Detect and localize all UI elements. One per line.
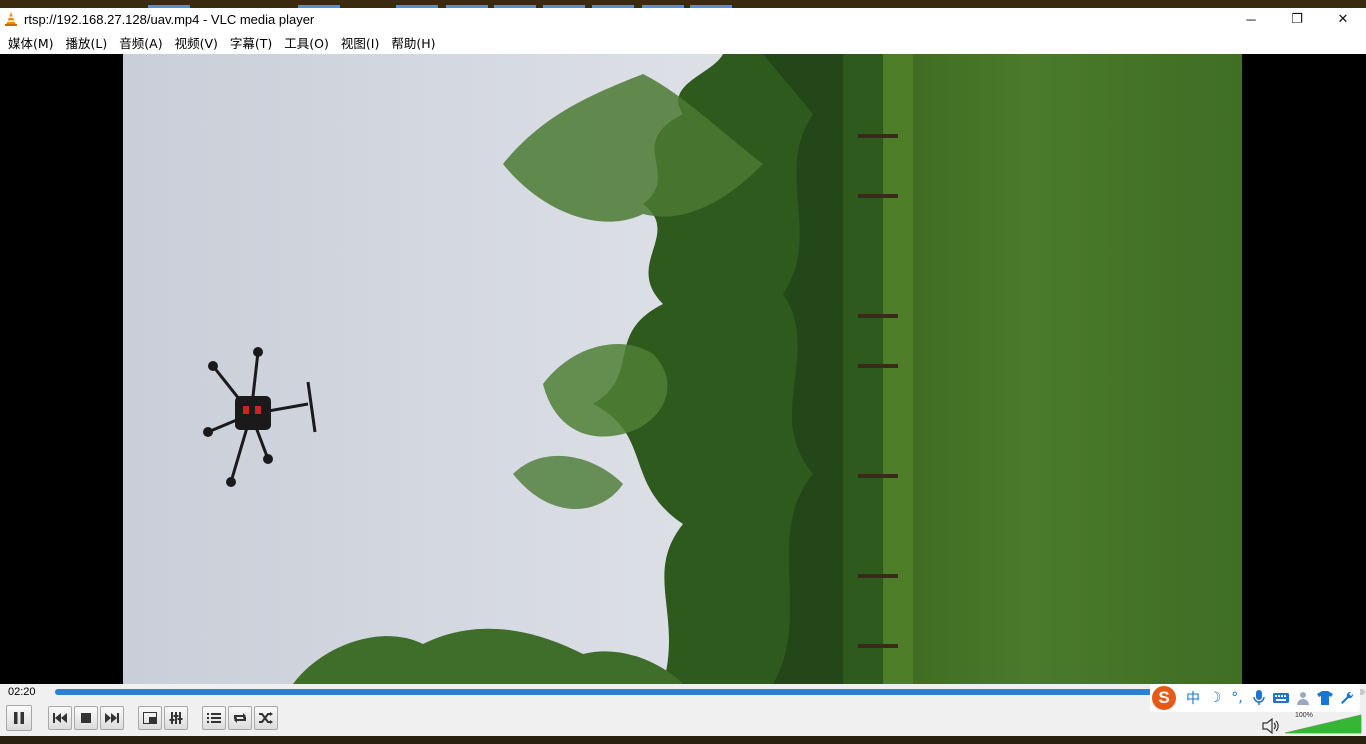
seek-bar-fill (55, 689, 1182, 695)
fullscreen-button[interactable] (138, 706, 162, 730)
window-title: rtsp://192.168.27.128/uav.mp4 - VLC medi… (24, 11, 315, 27)
person-icon[interactable] (1292, 687, 1314, 709)
mic-icon[interactable] (1248, 687, 1270, 709)
equalizer-icon (169, 712, 183, 724)
skip-previous-icon (53, 713, 67, 723)
playlist-icon (207, 713, 221, 723)
fullscreen-icon (143, 712, 157, 724)
wrench-icon[interactable] (1336, 687, 1358, 709)
close-icon: ✕ (1337, 11, 1349, 26)
shuffle-button[interactable] (254, 706, 278, 730)
playlist-button[interactable] (202, 706, 226, 730)
close-button[interactable]: ✕ (1320, 8, 1366, 30)
loop-button[interactable] (228, 706, 252, 730)
menu-help[interactable]: 帮助(H) (385, 33, 441, 52)
pause-button[interactable] (6, 705, 32, 731)
menu-video[interactable]: 视频(V) (169, 33, 224, 52)
volume-level: 100% (1295, 712, 1313, 719)
menu-audio[interactable]: 音频(A) (113, 33, 168, 52)
loop-icon (234, 713, 246, 723)
restore-icon: ❐ (1291, 11, 1303, 26)
skip-next-icon (105, 713, 119, 723)
shirt-icon[interactable] (1314, 687, 1336, 709)
menu-subtitle[interactable]: 字幕(T) (224, 33, 278, 52)
menu-bar: 媒体(M) 播放(L) 音频(A) 视频(V) 字幕(T) 工具(O) 视图(I… (0, 30, 1366, 54)
menu-playback[interactable]: 播放(L) (60, 33, 114, 52)
title-bar[interactable]: rtsp://192.168.27.128/uav.mp4 - VLC medi… (0, 8, 1366, 30)
next-button[interactable] (100, 706, 124, 730)
menu-view[interactable]: 视图(I) (335, 33, 385, 52)
keyboard-icon[interactable] (1270, 687, 1292, 709)
restore-button[interactable]: ❐ (1274, 8, 1320, 30)
desktop-background (0, 0, 1366, 8)
vlc-cone-icon (5, 12, 17, 26)
elapsed-time: 02:20 (8, 686, 36, 698)
moon-icon[interactable]: ☽ (1204, 687, 1226, 709)
shuffle-icon (259, 712, 273, 724)
ime-toolbar: S 中 ☽ °, (1150, 684, 1360, 712)
punctuation-icon[interactable]: °, (1226, 687, 1248, 709)
speaker-icon[interactable] (1262, 718, 1280, 734)
stop-button[interactable] (74, 706, 98, 730)
desktop-background (0, 736, 1366, 744)
video-area[interactable] (0, 54, 1366, 684)
previous-button[interactable] (48, 706, 72, 730)
minimize-button[interactable]: ─ (1228, 8, 1274, 30)
minimize-icon: ─ (1246, 11, 1256, 27)
menu-tools[interactable]: 工具(O) (278, 33, 335, 52)
stop-icon (81, 713, 91, 723)
pause-icon (14, 712, 24, 724)
video-frame (123, 54, 1242, 684)
ime-language-toggle[interactable]: 中 (1182, 687, 1204, 709)
extended-settings-button[interactable] (164, 706, 188, 730)
sogou-logo-icon[interactable]: S (1152, 686, 1176, 710)
menu-media[interactable]: 媒体(M) (2, 33, 60, 52)
